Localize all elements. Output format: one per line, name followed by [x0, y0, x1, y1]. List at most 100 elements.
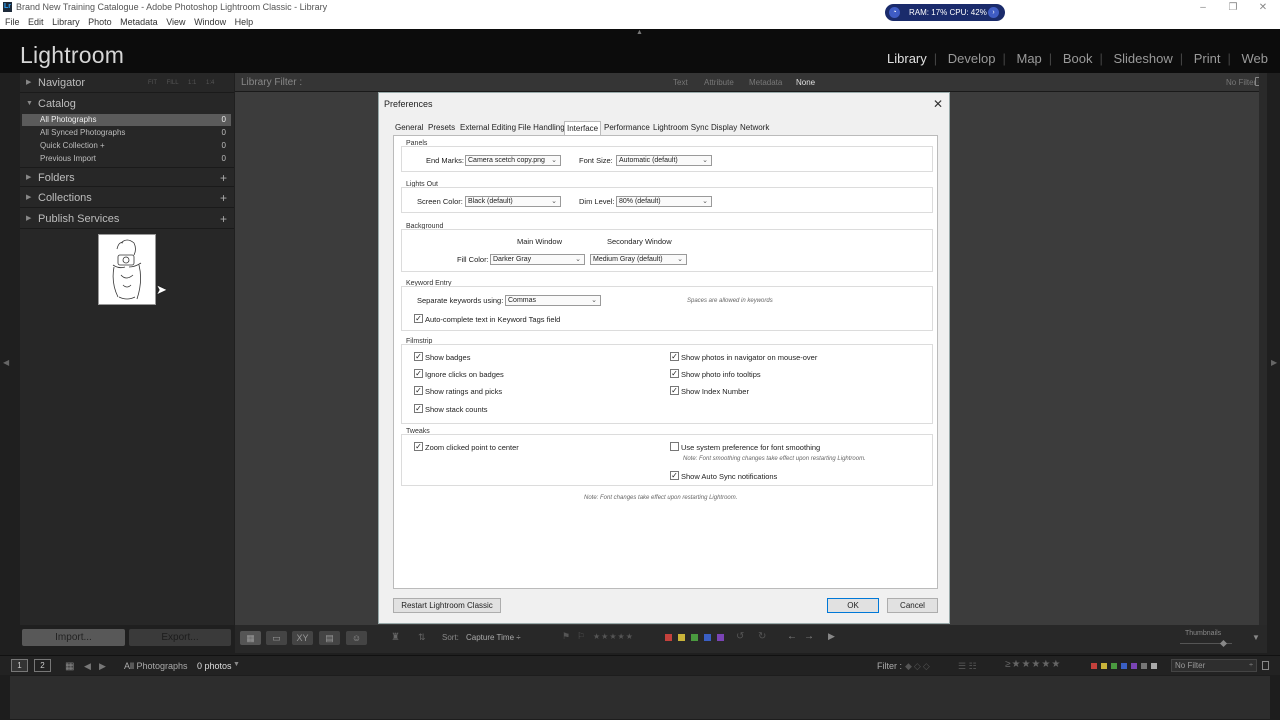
grid-view-icon[interactable]: ▦	[240, 631, 261, 645]
sort-select[interactable]: Capture Time ÷	[466, 633, 521, 642]
filmstrip-area[interactable]	[10, 676, 1270, 719]
catalog-item-all-photographs[interactable]: All Photographs 0	[22, 114, 231, 126]
main-fill-color-select[interactable]: Darker Gray ⌄	[490, 254, 585, 265]
rotate-right-icon[interactable]: ↻	[758, 631, 766, 642]
tab-performance[interactable]: Performance	[602, 121, 652, 135]
show-badges-checkbox[interactable]: ✓	[414, 352, 423, 361]
tab-lightroom-sync[interactable]: Lightroom Sync	[651, 121, 711, 135]
play-slideshow-icon[interactable]: ▶	[828, 631, 835, 642]
zoom-clicked-point-checkbox[interactable]: ✓	[414, 442, 423, 451]
photo-info-tooltips-checkbox[interactable]: ✓	[670, 369, 679, 378]
dim-level-select[interactable]: 80% (default) ⌄	[616, 196, 712, 207]
menu-library[interactable]: Library	[52, 15, 80, 29]
zoom-fit[interactable]: FIT	[148, 80, 157, 86]
filter-gray-icon[interactable]	[1141, 663, 1147, 669]
import-button[interactable]: Import...	[22, 629, 125, 646]
filter-other-icon[interactable]	[1151, 663, 1157, 669]
menu-file[interactable]: File	[5, 15, 20, 29]
back-arrow-icon[interactable]: ◀	[84, 661, 91, 672]
rating-filter-stars-icon[interactable]: ≥★★★★★	[1005, 659, 1061, 670]
edit-filter-icons[interactable]: ☰ ☷	[958, 661, 977, 672]
reject-flag-icon[interactable]: ⚐	[577, 631, 585, 642]
catalog-item-previous-import[interactable]: Previous Import 0	[22, 153, 231, 165]
previous-photo-icon[interactable]: ←	[787, 631, 797, 642]
zoom-fill[interactable]: FILL	[167, 80, 179, 86]
flag-filter-icons[interactable]: ◆◇◇	[905, 661, 932, 672]
forward-arrow-icon[interactable]: ▶	[99, 661, 106, 672]
main-window-tab[interactable]: 1	[11, 659, 28, 672]
catalog-item-quick-collection[interactable]: Quick Collection + 0	[22, 140, 231, 152]
system-monitor-widget[interactable]: ◔ RAM: 17% CPU: 42% ›	[885, 4, 1005, 21]
close-icon[interactable]: ✕	[933, 97, 943, 111]
filter-attribute[interactable]: Attribute	[704, 78, 734, 87]
survey-view-icon[interactable]: ▤	[319, 631, 340, 645]
source-chevron-icon[interactable]: ▼	[233, 661, 240, 668]
ignore-clicks-badges-checkbox[interactable]: ✓	[414, 369, 423, 378]
thumbnail-slider-handle[interactable]	[1219, 639, 1228, 648]
label-blue-icon[interactable]	[704, 634, 711, 641]
pick-flag-icon[interactable]: ⚑	[562, 631, 570, 642]
ok-button[interactable]: OK	[827, 598, 879, 613]
label-purple-icon[interactable]	[717, 634, 724, 641]
monitor-arrow-icon[interactable]: ›	[988, 7, 999, 18]
zoom-1-4[interactable]: 1:4	[206, 80, 214, 86]
add-publish-service-icon[interactable]: +	[220, 209, 227, 229]
module-slideshow[interactable]: Slideshow	[1113, 51, 1172, 66]
secondary-window-tab[interactable]: 2	[34, 659, 51, 672]
compare-view-icon[interactable]: XY	[292, 631, 313, 645]
rating-stars-icon[interactable]: ★★★★★	[593, 632, 634, 641]
hide-header-arrow-icon[interactable]: ▲	[636, 29, 643, 36]
folders-panel-header[interactable]: ▶ Folders +	[20, 167, 234, 187]
separate-keywords-select[interactable]: Commas ⌄	[505, 295, 601, 306]
export-button[interactable]: Export...	[129, 629, 231, 646]
menu-metadata[interactable]: Metadata	[120, 15, 158, 29]
zoom-1-1[interactable]: 1:1	[188, 80, 196, 86]
close-window-icon[interactable]: ✕	[1248, 0, 1278, 15]
show-ratings-picks-checkbox[interactable]: ✓	[414, 386, 423, 395]
screen-color-select[interactable]: Black (default) ⌄	[465, 196, 561, 207]
label-yellow-icon[interactable]	[678, 634, 685, 641]
toolbar-options-chevron-icon[interactable]: ▼	[1252, 633, 1260, 642]
module-map[interactable]: Map	[1017, 51, 1042, 66]
module-print[interactable]: Print	[1194, 51, 1221, 66]
menu-photo[interactable]: Photo	[88, 15, 112, 29]
module-develop[interactable]: Develop	[948, 51, 996, 66]
grid-mode-icon[interactable]: ▦	[65, 661, 74, 672]
tab-external-editing[interactable]: External Editing	[458, 121, 518, 135]
next-photo-icon[interactable]: →	[804, 631, 814, 642]
show-stack-counts-checkbox[interactable]: ✓	[414, 404, 423, 413]
filter-none[interactable]: None	[796, 78, 815, 87]
font-size-select[interactable]: Automatic (default) ⌄	[616, 155, 712, 166]
filter-green-icon[interactable]	[1111, 663, 1117, 669]
rotate-left-icon[interactable]: ↺	[736, 631, 744, 642]
loupe-view-icon[interactable]: ▭	[266, 631, 287, 645]
filter-purple-icon[interactable]	[1131, 663, 1137, 669]
auto-sync-notifications-checkbox[interactable]: ✓	[670, 471, 679, 480]
people-view-icon[interactable]: ☺	[346, 631, 367, 645]
module-book[interactable]: Book	[1063, 51, 1093, 66]
tab-file-handling[interactable]: File Handling	[516, 121, 567, 135]
publish-services-panel-header[interactable]: ▶ Publish Services +	[20, 209, 234, 229]
tab-interface[interactable]: Interface	[564, 121, 602, 135]
module-web[interactable]: Web	[1242, 51, 1269, 66]
cancel-button[interactable]: Cancel	[887, 598, 938, 613]
catalog-panel-header[interactable]: ▼ Catalog	[20, 94, 234, 114]
filter-text[interactable]: Text	[673, 78, 688, 87]
filter-red-icon[interactable]	[1091, 663, 1097, 669]
secondary-fill-color-select[interactable]: Medium Gray (default) ⌄	[590, 254, 687, 265]
tab-presets[interactable]: Presets	[426, 121, 457, 135]
label-green-icon[interactable]	[691, 634, 698, 641]
filter-yellow-icon[interactable]	[1101, 663, 1107, 669]
label-red-icon[interactable]	[665, 634, 672, 641]
navigator-mouseover-checkbox[interactable]: ✓	[670, 352, 679, 361]
collections-panel-header[interactable]: ▶ Collections +	[20, 188, 234, 208]
tab-display[interactable]: Display	[709, 121, 739, 135]
menu-window[interactable]: Window	[194, 15, 226, 29]
filter-lock-icon[interactable]	[1262, 661, 1269, 670]
maximize-icon[interactable]: ❐	[1218, 0, 1248, 15]
autocomplete-keywords-checkbox[interactable]: ✓	[414, 314, 423, 323]
menu-view[interactable]: View	[166, 15, 185, 29]
filter-metadata[interactable]: Metadata	[749, 78, 782, 87]
menu-help[interactable]: Help	[235, 15, 254, 29]
minimize-icon[interactable]: –	[1188, 0, 1218, 15]
